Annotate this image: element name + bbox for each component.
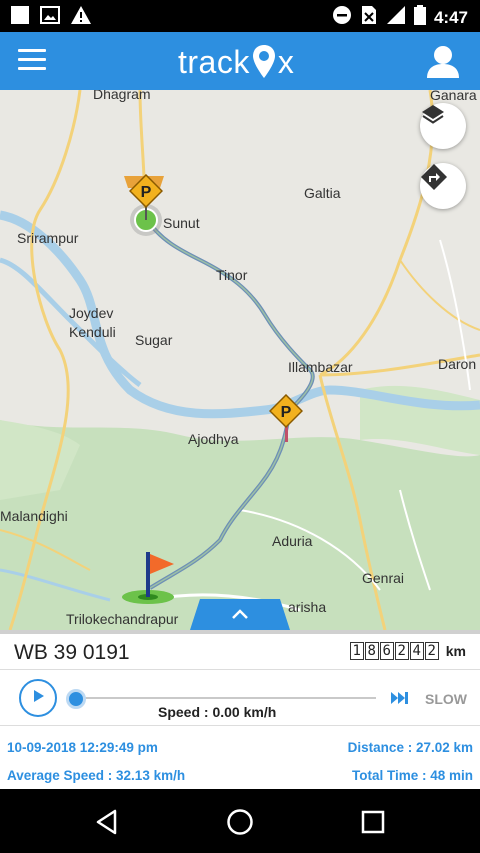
map-canvas [0, 90, 480, 630]
odometer-unit: km [445, 643, 466, 659]
no-sim-icon [360, 5, 378, 30]
clock: 4:47 [433, 7, 468, 27]
fast-forward-icon [390, 692, 410, 710]
seek-bar[interactable] [68, 697, 376, 699]
trip-total-time: Total Time : 48 min [351, 768, 473, 783]
home-icon[interactable] [225, 807, 255, 837]
parking-marker[interactable]: P [129, 174, 163, 208]
trip-average-speed: Average Speed : 32.13 km/h [7, 768, 186, 783]
map-label-kenduli: Kenduli [69, 324, 116, 340]
map-label-srirampur: Srirampur [17, 230, 79, 246]
hamburger-menu-icon[interactable] [18, 49, 50, 73]
white-square-icon [10, 5, 30, 30]
map-label-galtia: Galtia [304, 185, 341, 201]
map-label-ganara: Ganara [430, 90, 477, 103]
current-speed: Speed : 0.00 km/h [158, 704, 277, 720]
signal-icon [386, 5, 406, 30]
odometer-digit: 4 [409, 642, 424, 660]
map-label-illambazar: Illambazar [288, 359, 353, 375]
odometer-digit: 6 [379, 642, 394, 660]
map-label-dhagram: Dhagram [93, 90, 151, 102]
directions-button[interactable] [420, 163, 466, 209]
app-logo: track x [178, 42, 294, 82]
map-label-ajodhya: Ajodhya [188, 431, 239, 447]
vehicle-info-row: WB 39 0191 1 8 6 2 4 2 km [0, 630, 480, 670]
trip-distance: Distance : 27.02 km [347, 740, 473, 755]
map-label-joydev: Joydev [69, 305, 114, 321]
expand-panel-tab[interactable] [190, 599, 290, 630]
screen: 4:47 track x Dhagram Ganara Galtia Sunut… [0, 0, 480, 853]
status-bar: 4:47 [0, 0, 480, 32]
svg-text:P: P [141, 184, 152, 201]
recents-icon[interactable] [358, 807, 388, 837]
map-label-trilokechandrapur: Trilokechandrapur [66, 611, 179, 627]
map-label-arisha: arisha [288, 599, 327, 615]
map-label-aduria: Aduria [272, 533, 313, 549]
svg-text:P: P [281, 404, 292, 421]
odometer-digit: 2 [424, 642, 439, 660]
back-icon[interactable] [93, 807, 123, 837]
user-icon[interactable] [424, 44, 462, 80]
odometer-digit: 2 [394, 642, 409, 660]
playback-controls: Speed : 0.00 km/h SLOW [0, 671, 480, 726]
odometer-digit: 8 [364, 642, 379, 660]
map-label-tinor: Tinor [216, 267, 248, 283]
map-pin-icon [251, 44, 277, 80]
do-not-disturb-icon [332, 5, 352, 30]
logo-text-left: track [178, 43, 250, 80]
map-view[interactable]: Dhagram Ganara Galtia Sunut Srirampur Ti… [0, 90, 480, 630]
map-label-malandighi: Malandighi [0, 508, 68, 524]
play-button[interactable] [19, 679, 57, 717]
warning-icon [70, 5, 92, 30]
app-bar: track x [0, 32, 480, 90]
system-nav-bar [0, 789, 480, 853]
odometer-digit: 1 [349, 642, 364, 660]
trip-datetime: 10-09-2018 12:29:49 pm [7, 740, 158, 755]
map-label-genrai: Genrai [362, 570, 405, 586]
vehicle-number: WB 39 0191 [14, 641, 130, 664]
play-icon [30, 688, 46, 709]
map-label-daron: Daron [438, 356, 477, 372]
logo-text-right: x [277, 43, 295, 80]
end-flag-marker[interactable] [120, 550, 180, 606]
map-label-sugar: Sugar [135, 332, 173, 348]
fast-forward-button[interactable] [390, 690, 410, 706]
layers-button[interactable] [420, 103, 466, 149]
image-icon [40, 5, 60, 30]
trip-stats: 10-09-2018 12:29:49 pm Distance : 27.02 … [0, 727, 480, 789]
odometer: 1 8 6 2 4 2 km [349, 642, 466, 660]
seek-thumb[interactable] [66, 689, 86, 709]
slow-speed-toggle[interactable]: SLOW [425, 691, 467, 707]
parking-marker[interactable]: P [269, 394, 303, 444]
battery-icon [413, 5, 426, 30]
